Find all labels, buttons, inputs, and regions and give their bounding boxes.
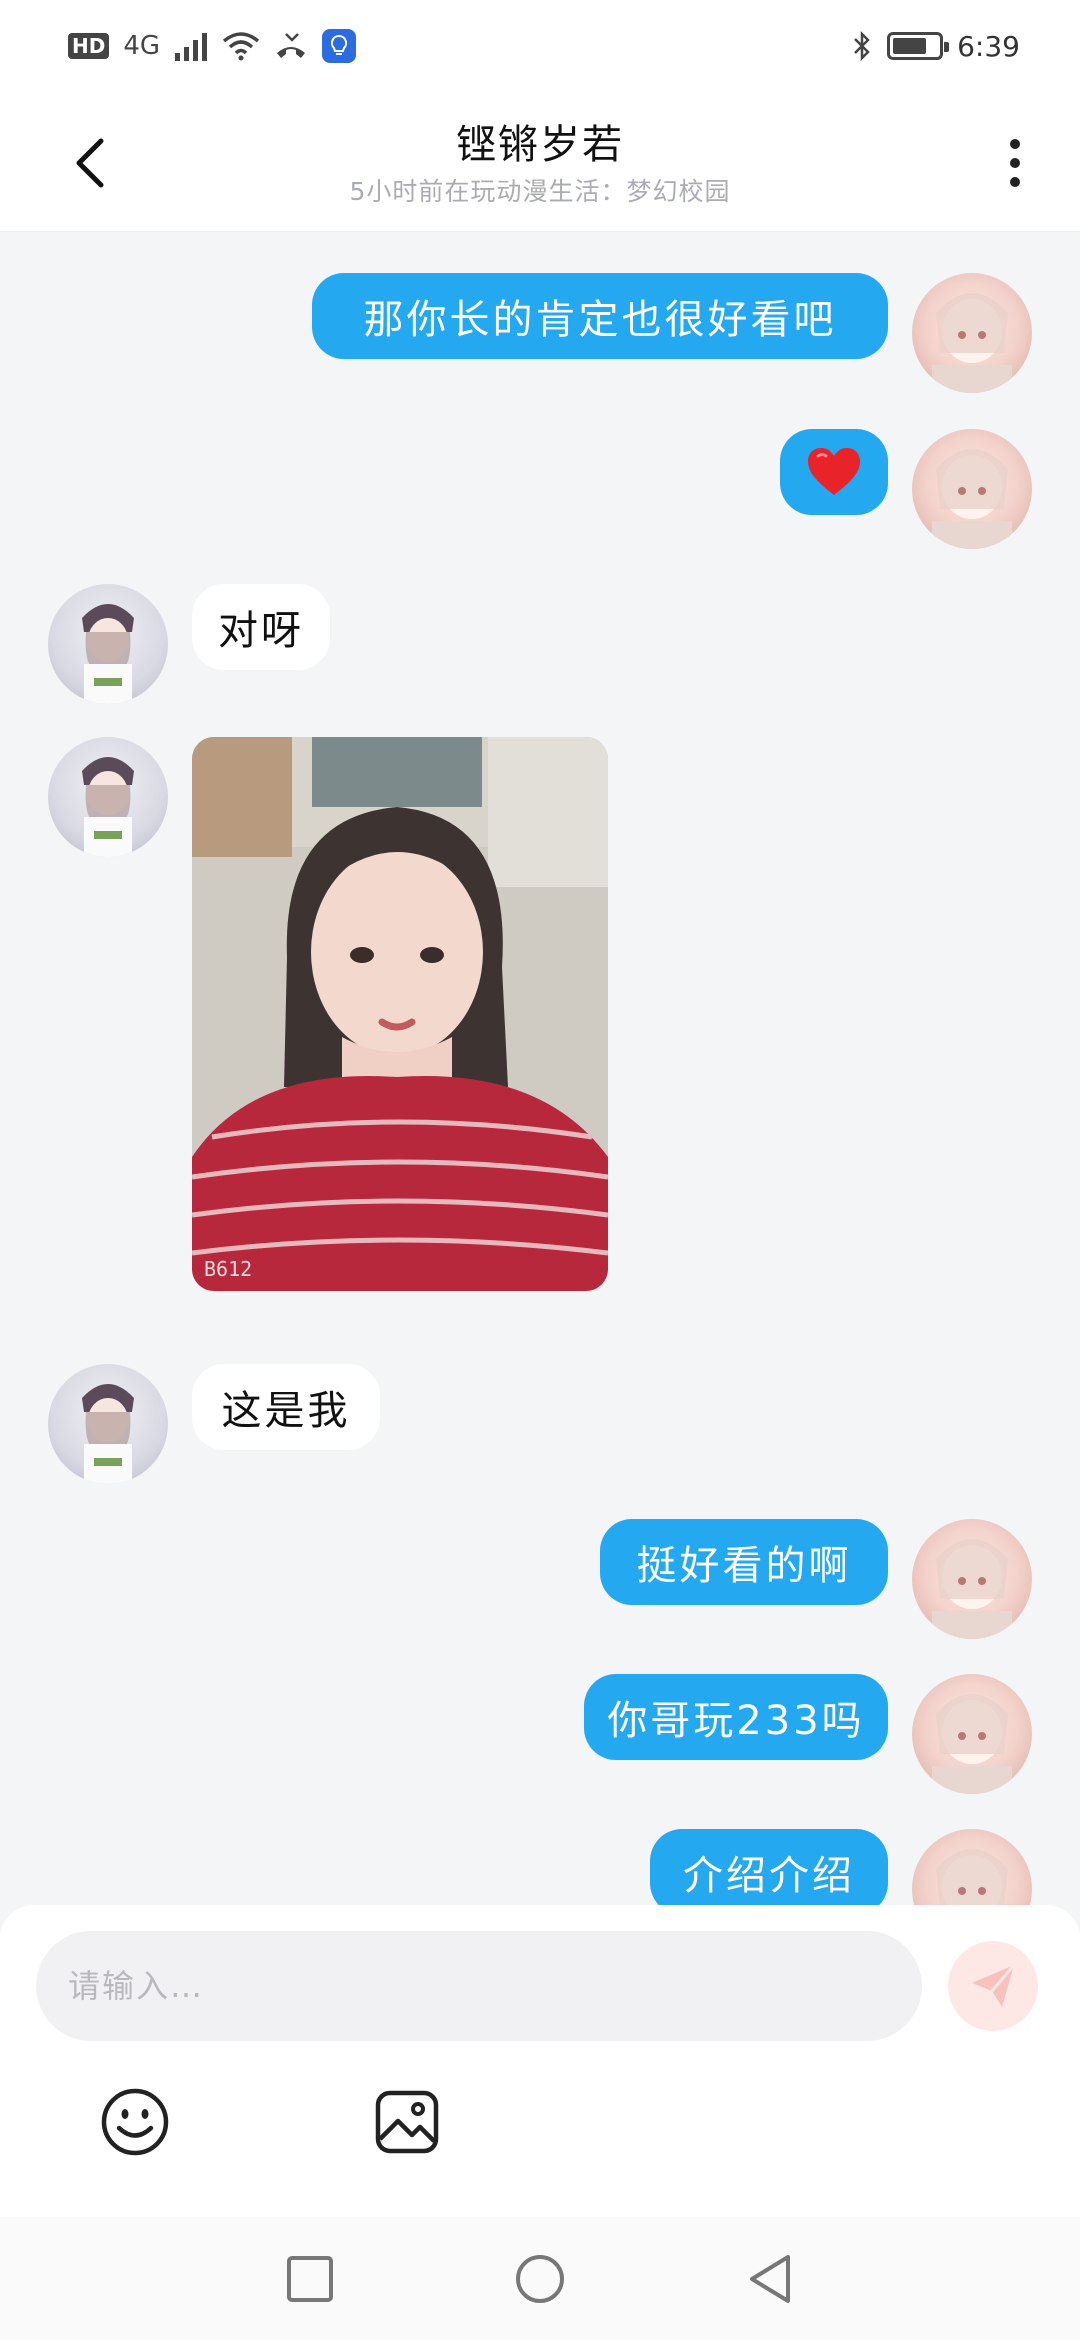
message-text: 对呀	[218, 608, 304, 654]
image-picker-button[interactable]	[370, 2085, 444, 2159]
chat-header: 铿锵岁若 5小时前在玩动漫生活：梦幻校园	[0, 92, 1080, 232]
home-button[interactable]	[510, 2249, 570, 2309]
missed-call-icon	[277, 33, 306, 58]
photo-content	[192, 737, 608, 1291]
chat-subtitle: 5小时前在玩动漫生活：梦幻校园	[349, 177, 731, 206]
lightbulb-icon	[322, 29, 357, 63]
heart-icon	[808, 448, 860, 495]
recent-apps-button[interactable]	[280, 2249, 340, 2309]
my-avatar[interactable]	[912, 1674, 1032, 1794]
shared-photo[interactable]: B612	[192, 737, 608, 1291]
contact-avatar[interactable]	[48, 737, 168, 857]
send-button[interactable]	[948, 1941, 1038, 2031]
back-nav-button[interactable]	[740, 2249, 800, 2309]
more-dot-icon	[1010, 158, 1020, 168]
message-bubble[interactable]: 那你长的肯定也很好看吧	[312, 273, 888, 359]
message-text: 这是我	[221, 1388, 351, 1434]
smiley-icon	[101, 2088, 169, 2156]
message-bubble[interactable]: 这是我	[192, 1364, 380, 1450]
contact-avatar[interactable]	[48, 584, 168, 704]
more-dot-icon	[1010, 177, 1020, 187]
wifi-icon	[222, 32, 260, 61]
clock: 6:39	[957, 29, 1020, 63]
message-text: 挺好看的啊	[636, 1543, 852, 1589]
system-nav-bar	[0, 2217, 1080, 2340]
chat-messages[interactable]: 那你长的肯定也很好看吧 对呀 B612 这是我 挺好看的啊 你哥玩233吗 介绍…	[0, 233, 1080, 1905]
message-bubble[interactable]: 介绍介绍	[650, 1829, 888, 1905]
battery-icon	[887, 32, 950, 60]
more-options-button[interactable]	[990, 128, 1040, 198]
my-avatar[interactable]	[912, 1829, 1032, 1905]
message-input[interactable]	[36, 1931, 922, 2041]
message-bubble[interactable]: 挺好看的啊	[600, 1519, 888, 1605]
status-left: HD 4G	[68, 29, 357, 63]
send-icon	[972, 1964, 1016, 2007]
contact-avatar[interactable]	[48, 1364, 168, 1484]
square-icon	[287, 2255, 333, 2302]
hd-badge: HD	[68, 33, 110, 59]
signal-icon	[175, 33, 208, 61]
message-text: 介绍介绍	[683, 1853, 855, 1899]
message-text: 那你长的肯定也很好看吧	[363, 297, 837, 343]
image-icon	[375, 2090, 439, 2154]
message-bubble[interactable]: 你哥玩233吗	[584, 1674, 888, 1760]
my-avatar[interactable]	[912, 273, 1032, 393]
circle-icon	[516, 2254, 564, 2303]
my-avatar[interactable]	[912, 1519, 1032, 1639]
photo-watermark: B612	[204, 1257, 253, 1281]
network-type: 4G	[123, 31, 161, 61]
triangle-back-icon	[750, 2254, 790, 2303]
message-bubble[interactable]: 对呀	[192, 584, 330, 670]
emoji-button[interactable]	[98, 2085, 172, 2159]
bluetooth-icon	[854, 30, 870, 62]
status-bar: HD 4G 6:39	[0, 0, 1080, 92]
my-avatar[interactable]	[912, 429, 1032, 549]
input-panel	[0, 1905, 1080, 2217]
more-dot-icon	[1010, 139, 1020, 149]
chat-title: 铿锵岁若	[456, 122, 624, 168]
message-text: 你哥玩233吗	[607, 1698, 865, 1744]
status-right: 6:39	[851, 30, 1020, 63]
battery-level	[893, 38, 927, 54]
message-bubble[interactable]	[780, 429, 888, 515]
